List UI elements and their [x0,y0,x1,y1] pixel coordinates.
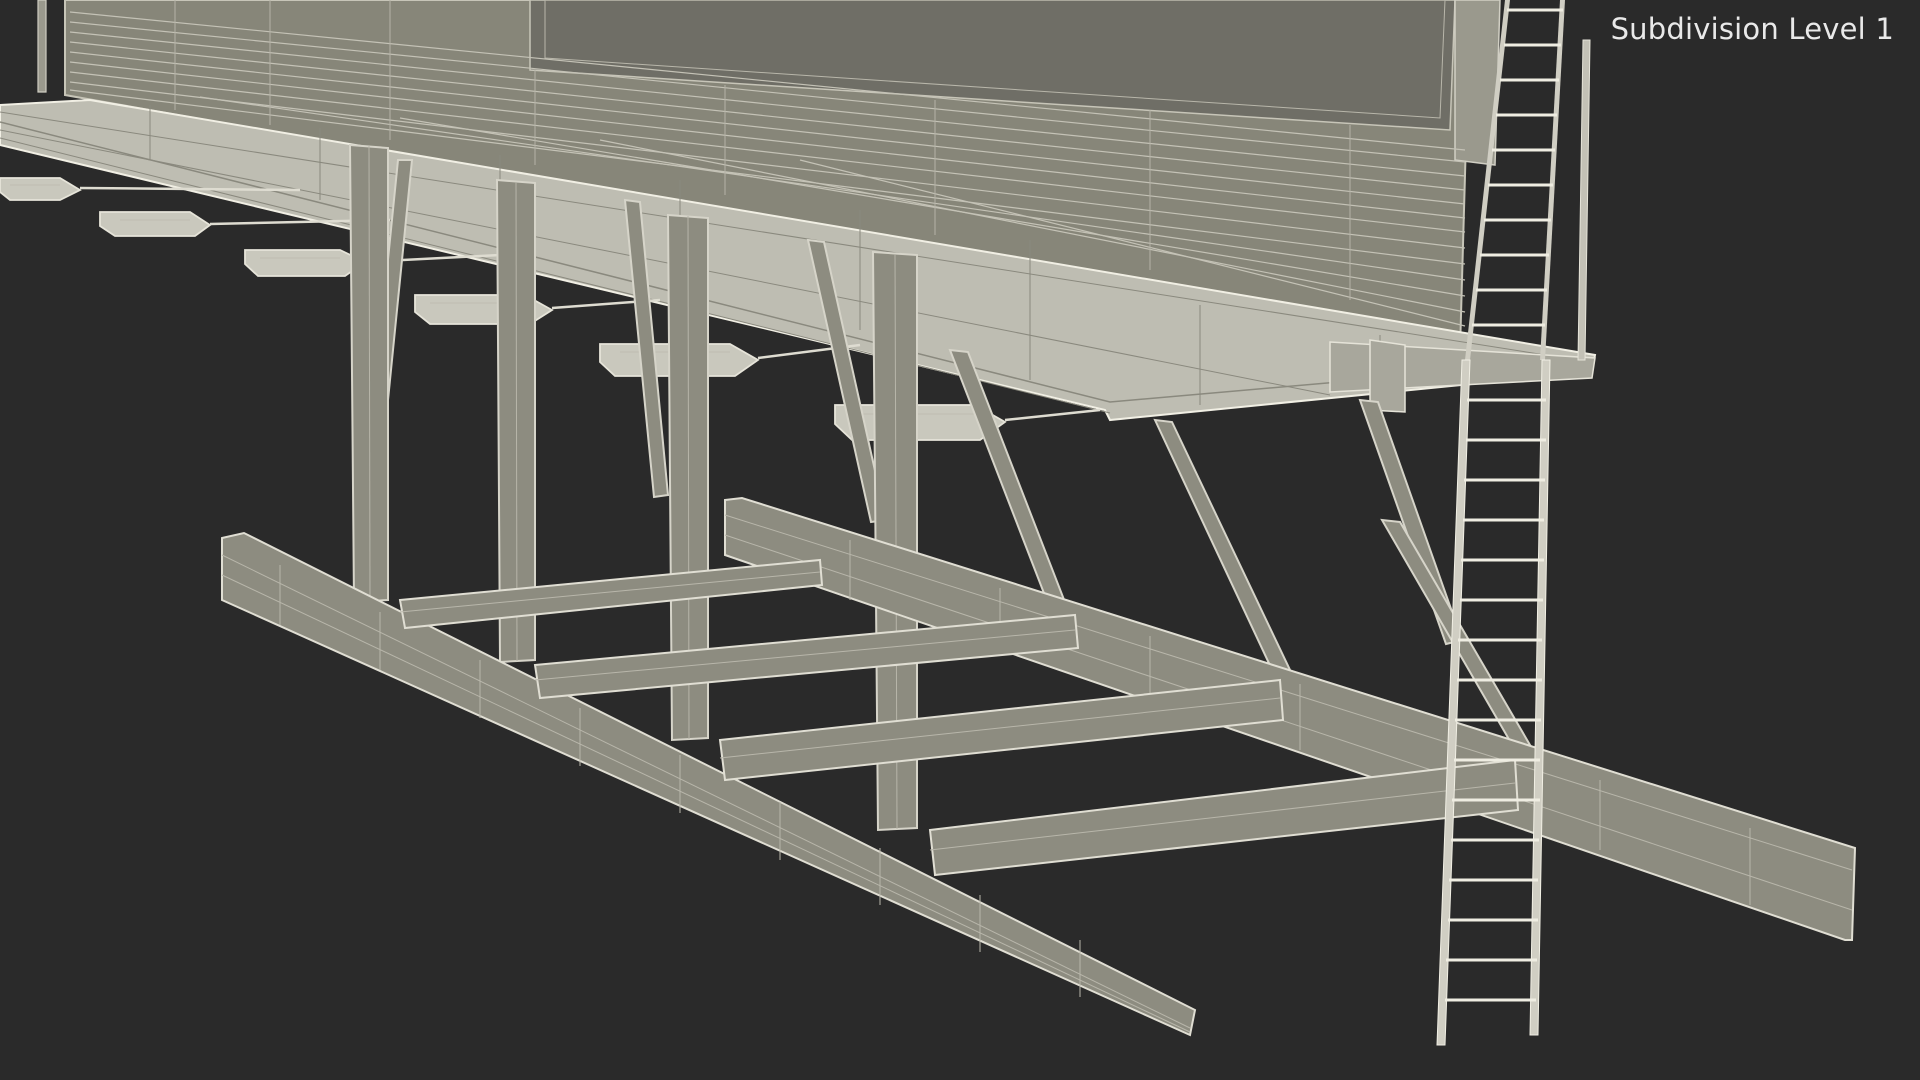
wireframe-billboard-scene [0,0,1857,1046]
3d-viewport[interactable]: Subdivision Level 1 [0,0,1920,1080]
subdivision-level-label: Subdivision Level 1 [1610,12,1894,46]
